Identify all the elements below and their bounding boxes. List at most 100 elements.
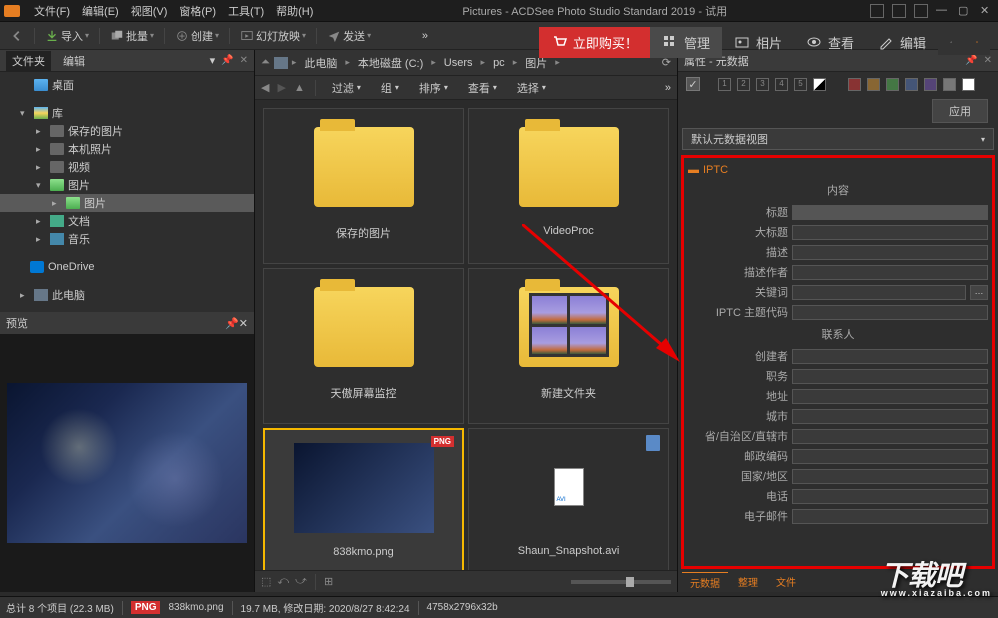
buy-now-button[interactable]: 立即购买！ xyxy=(539,27,650,58)
tab-folders[interactable]: 文件夹 xyxy=(6,51,51,71)
menu-help[interactable]: 帮助(H) xyxy=(270,3,319,19)
viewbar-overflow[interactable]: » xyxy=(665,82,671,94)
panel-close-icon[interactable]: ✕ xyxy=(240,55,248,66)
mode-photos[interactable]: 相片 xyxy=(722,27,794,58)
mode-manage[interactable]: 管理 xyxy=(650,27,722,58)
input-state[interactable] xyxy=(792,429,988,444)
tree-desktop[interactable]: 桌面 xyxy=(0,76,254,94)
nav-fwd-icon[interactable]: ▶ xyxy=(277,81,285,94)
tree-local-photos[interactable]: ▸本机照片 xyxy=(0,140,254,158)
input-jobtitle[interactable] xyxy=(792,369,988,384)
tree-saved-pictures[interactable]: ▸保存的图片 xyxy=(0,122,254,140)
tree-pictures-sub[interactable]: ▸图片 xyxy=(0,194,254,212)
rating-clear[interactable] xyxy=(813,78,826,91)
aux-button-2[interactable] xyxy=(892,4,906,18)
menu-file[interactable]: 文件(F) xyxy=(28,3,76,19)
aux-button-3[interactable] xyxy=(914,4,928,18)
metadata-view-dropdown[interactable]: 默认元数据视图▾ xyxy=(682,128,994,150)
crumb-users[interactable]: Users xyxy=(440,55,477,71)
tool-icon-1[interactable]: ⬚ xyxy=(261,575,271,588)
tree-pictures[interactable]: ▾图片 xyxy=(0,176,254,194)
rating-5[interactable]: 5 xyxy=(794,78,807,91)
menu-edit[interactable]: 编辑(E) xyxy=(76,3,125,19)
input-city[interactable] xyxy=(792,409,988,424)
tab-organize[interactable]: 整理 xyxy=(730,572,766,592)
menu-panes[interactable]: 窗格(P) xyxy=(173,3,222,19)
folder-screenmonitor[interactable]: 天傲屏幕监控 xyxy=(263,268,464,424)
menu-tools[interactable]: 工具(T) xyxy=(222,3,270,19)
color-red[interactable] xyxy=(848,78,861,91)
create-button[interactable]: 创建▾ xyxy=(171,26,223,46)
collapse-icon[interactable]: ▬ xyxy=(688,164,699,176)
send-button[interactable]: 发送▾ xyxy=(323,26,375,46)
tool-icon-3[interactable]: ⤻ xyxy=(295,575,307,588)
tree-thispc[interactable]: ▸此电脑 xyxy=(0,286,254,304)
aux-button-1[interactable] xyxy=(870,4,884,18)
group-dropdown[interactable]: 组▾ xyxy=(375,78,405,98)
crumb-thispc[interactable]: 此电脑 xyxy=(300,53,341,73)
apply-button[interactable]: 应用 xyxy=(932,99,988,123)
preview-pin-icon[interactable]: 📌 xyxy=(225,317,239,330)
view-dropdown[interactable]: 查看▾ xyxy=(462,78,503,98)
keywords-browse-button[interactable]: … xyxy=(970,285,988,300)
mode-view[interactable]: 查看 xyxy=(794,27,866,58)
input-postal[interactable] xyxy=(792,449,988,464)
color-purple[interactable] xyxy=(924,78,937,91)
maximize-button[interactable]: ▢ xyxy=(958,4,972,18)
rating-2[interactable]: 2 xyxy=(737,78,750,91)
tree-onedrive[interactable]: OneDrive xyxy=(0,258,254,276)
zoom-slider[interactable] xyxy=(571,580,671,584)
preview-thumbnail[interactable] xyxy=(7,383,247,543)
filter-dropdown[interactable]: 过滤▾ xyxy=(326,78,367,98)
select-dropdown[interactable]: 选择▾ xyxy=(511,78,552,98)
mode-edit[interactable]: 编辑 xyxy=(866,27,938,58)
input-keywords[interactable] xyxy=(792,285,966,300)
nav-back-button[interactable] xyxy=(6,27,28,45)
tree-library[interactable]: ▾库 xyxy=(0,104,254,122)
close-button[interactable]: ✕ xyxy=(980,4,994,18)
tag-checkbox[interactable]: ✓ xyxy=(686,77,700,91)
rating-4[interactable]: 4 xyxy=(775,78,788,91)
toolbar-overflow[interactable]: » xyxy=(418,28,432,44)
folder-new[interactable]: 新建文件夹 xyxy=(468,268,669,424)
color-green[interactable] xyxy=(886,78,899,91)
slideshow-button[interactable]: 幻灯放映▾ xyxy=(236,26,310,46)
tree-videos[interactable]: ▸视频 xyxy=(0,158,254,176)
batch-button[interactable]: 批量▾ xyxy=(106,26,158,46)
color-clear[interactable] xyxy=(962,78,975,91)
nav-back-icon[interactable]: ◀ xyxy=(261,81,269,94)
input-phone[interactable] xyxy=(792,489,988,504)
crumb-pc[interactable]: pc xyxy=(489,55,509,71)
input-subject-code[interactable] xyxy=(792,305,988,320)
minimize-button[interactable]: — xyxy=(936,4,950,18)
tree-documents[interactable]: ▸文档 xyxy=(0,212,254,230)
panel-menu-icon[interactable]: ▾ xyxy=(210,54,216,67)
rating-1[interactable]: 1 xyxy=(718,78,731,91)
input-email[interactable] xyxy=(792,509,988,524)
input-creator[interactable] xyxy=(792,349,988,364)
mode-dashboard[interactable] xyxy=(964,29,990,55)
tab-file[interactable]: 文件 xyxy=(768,572,804,592)
input-address[interactable] xyxy=(792,389,988,404)
sort-dropdown[interactable]: 排序▾ xyxy=(413,78,454,98)
import-button[interactable]: 导入▾ xyxy=(41,26,93,46)
pin-icon[interactable]: 📌 xyxy=(221,55,233,66)
input-desc-author[interactable] xyxy=(792,265,988,280)
mode-365[interactable] xyxy=(938,29,964,55)
color-gray[interactable] xyxy=(943,78,956,91)
nav-up2-icon[interactable]: ▲ xyxy=(294,82,305,94)
tool-icon-2[interactable]: ⤺ xyxy=(277,575,289,588)
input-desc[interactable] xyxy=(792,245,988,260)
tab-metadata[interactable]: 元数据 xyxy=(682,572,728,592)
tool-icon-4[interactable]: ⊞ xyxy=(324,575,333,588)
iptc-header[interactable]: ▬IPTC xyxy=(688,162,988,178)
color-orange[interactable] xyxy=(867,78,880,91)
tree-music[interactable]: ▸音乐 xyxy=(0,230,254,248)
input-title[interactable] xyxy=(792,205,988,220)
crumb-drive[interactable]: 本地磁盘 (C:) xyxy=(354,53,427,73)
input-headline[interactable] xyxy=(792,225,988,240)
input-country[interactable] xyxy=(792,469,988,484)
file-shaun-avi[interactable]: Shaun_Snapshot.avi xyxy=(468,428,669,570)
folder-videoproc[interactable]: VideoProc xyxy=(468,108,669,264)
folder-saved-pictures[interactable]: 保存的图片 xyxy=(263,108,464,264)
